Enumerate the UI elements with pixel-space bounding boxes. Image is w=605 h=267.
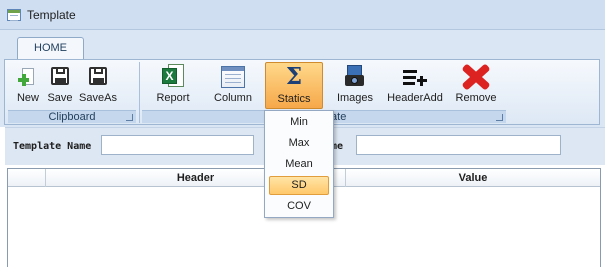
excel-icon: X (162, 64, 184, 88)
template-name-label: Template Name (13, 141, 92, 152)
images-button-label: Images (336, 92, 374, 104)
window-titlebar: Template (0, 0, 605, 30)
floppy-disk-icon (51, 67, 69, 85)
clipboard-group-label: Clipboard (8, 110, 136, 123)
report-button[interactable]: X Report (150, 62, 196, 109)
clipboard-group-title: Clipboard (48, 111, 96, 123)
menu-item-max[interactable]: Max (269, 134, 329, 153)
new-document-icon (18, 66, 38, 88)
second-name-input[interactable] (356, 135, 561, 155)
remove-button[interactable]: Remove (452, 62, 500, 109)
statics-dropdown-menu: Min Max Mean SD COV (264, 110, 334, 218)
template-launcher-icon[interactable] (496, 114, 503, 121)
saveas-button[interactable]: SaveAs (78, 62, 118, 109)
column-button[interactable]: Column (208, 62, 258, 109)
headeradd-button[interactable]: HeaderAdd (384, 62, 446, 109)
statics-button[interactable]: Σ Statics (265, 62, 323, 109)
floppy-disk-icon (89, 67, 107, 85)
statics-button-label: Statics (277, 93, 311, 105)
clipboard-group: New Save SaveAs Clipboard (8, 62, 136, 123)
headeradd-button-label: HeaderAdd (387, 92, 443, 104)
clipboard-launcher-icon[interactable] (126, 114, 133, 121)
menu-item-sd[interactable]: SD (269, 176, 329, 195)
column-header-value[interactable]: Value (346, 169, 600, 187)
table-column-icon (221, 66, 245, 88)
red-x-icon (461, 63, 491, 91)
menu-item-min[interactable]: Min (269, 113, 329, 132)
row-selector-header (8, 169, 46, 187)
saveas-button-label: SaveAs (79, 92, 117, 104)
images-button[interactable]: Images (332, 62, 378, 109)
report-button-label: Report (156, 92, 190, 104)
column-button-label: Column (214, 92, 252, 104)
app-icon (7, 9, 21, 21)
group-separator (139, 62, 140, 123)
menu-item-mean[interactable]: Mean (269, 155, 329, 174)
template-name-input[interactable] (101, 135, 254, 155)
list-add-icon (403, 68, 427, 88)
remove-button-label: Remove (455, 92, 497, 104)
window-title: Template (27, 8, 76, 22)
tab-home[interactable]: HOME (17, 37, 84, 59)
menu-item-cov[interactable]: COV (269, 197, 329, 216)
sigma-icon: Σ (285, 63, 303, 90)
camera-icon (345, 65, 365, 87)
